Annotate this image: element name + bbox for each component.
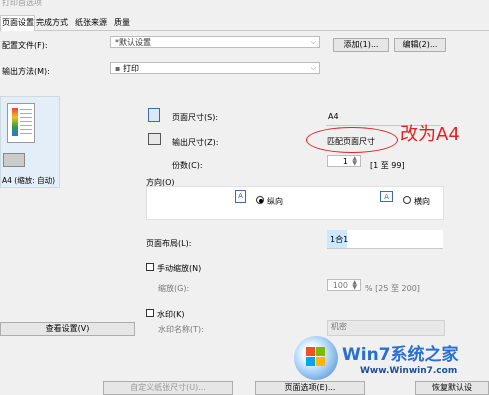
page-layout-label: 页面布局(L): (146, 239, 192, 248)
watermark-name-select[interactable]: 机密 (327, 320, 445, 336)
paper-size-label: 页面尺寸(S): (172, 113, 219, 122)
windows-logo-icon (294, 336, 338, 380)
output-method-label: 输出方法(M): (2, 67, 50, 76)
landscape-page-icon: A (380, 191, 393, 202)
chevron-down-icon: ⌵ (310, 38, 316, 46)
flag-yellow (316, 357, 325, 366)
zoom-label: 缩放(G): (158, 284, 190, 293)
orientation-group: A 纵向 A 横向 (146, 186, 444, 220)
tab-quality[interactable]: 质量 (114, 17, 130, 28)
add-profile-button[interactable]: 添加(1)... (333, 38, 389, 52)
zoom-range: % [25 至 200] (365, 284, 420, 293)
stepper-arrows-icon[interactable]: ▲ ▼ (352, 280, 357, 291)
copies-stepper[interactable]: 1 ▲ ▼ (327, 155, 361, 167)
portrait-page-icon: A (235, 190, 246, 203)
tab-page-setup[interactable]: 页面设置 (0, 15, 35, 31)
page-size-icon (148, 108, 160, 122)
copies-range: [1 至 99] (370, 161, 405, 170)
watermark-name-label: 水印名称(T): (158, 325, 204, 334)
view-settings-button[interactable]: 查看设置(V) (0, 322, 135, 336)
watermark-label: 水印(K) (157, 310, 185, 319)
zoom-value: 100 (332, 281, 348, 290)
page-layout-select[interactable]: 1合1 (327, 230, 443, 249)
zoom-stepper[interactable]: 100 ▲ ▼ (327, 279, 361, 291)
site-brand: Win7系统之家 (342, 345, 459, 365)
flag-red (306, 347, 315, 356)
print-size-icon (148, 133, 161, 145)
text-lines-icon (20, 109, 32, 135)
tab-bar: 页面设置 完成方式 纸张来源 质量 (0, 14, 489, 31)
portrait-radio[interactable] (256, 196, 264, 204)
radio-dot (259, 199, 263, 203)
site-logo: Win7系统之家 Www.Winwin7.com (290, 336, 489, 388)
page-layout-value: 1合1 (330, 235, 349, 244)
profile-select[interactable]: *默认设置 ⌵ (110, 36, 320, 48)
printer-icon: ▪ (115, 64, 121, 73)
page-preview-icon (7, 103, 35, 143)
paper-size-value[interactable]: A4 (328, 112, 339, 121)
color-bar-icon (12, 108, 18, 136)
manual-zoom-label: 手动缩放(N) (157, 264, 202, 273)
landscape-radio[interactable] (403, 196, 411, 204)
preview-panel: A4 (缩放: 自动) (0, 96, 60, 188)
portrait-label: 纵向 (267, 197, 283, 206)
output-method-select[interactable]: ▪ 打印 ⌵ (110, 62, 320, 74)
edit-profile-button[interactable]: 编辑(2)... (394, 38, 446, 52)
tab-finishing[interactable]: 完成方式 (36, 17, 68, 28)
profile-label: 配置文件(F): (2, 41, 48, 50)
flag-green (316, 347, 325, 356)
printer-device-icon (3, 153, 25, 167)
copies-value: 1 (342, 157, 348, 166)
profile-value: *默认设置 (115, 38, 151, 47)
watermark-checkbox[interactable] (146, 309, 154, 317)
site-url: Www.Winwin7.com (360, 366, 458, 376)
output-size-label: 输出尺寸(Z): (172, 138, 219, 147)
annotation-text: 改为A4 (400, 124, 460, 145)
chevron-down-icon: ⌵ (310, 64, 316, 72)
window-title: 打印首选项 (2, 0, 42, 7)
landscape-label: 横向 (414, 197, 430, 206)
output-method-value: 打印 (122, 64, 139, 73)
preview-caption: A4 (缩放: 自动) (2, 176, 56, 185)
flag-blue (306, 357, 315, 366)
watermark-name-value: 机密 (331, 322, 347, 331)
copies-label: 份数(C): (172, 161, 203, 170)
tab-paper-source[interactable]: 纸张来源 (75, 17, 107, 28)
stepper-arrows-icon[interactable]: ▲ ▼ (352, 156, 357, 167)
output-size-value[interactable]: 匹配页面尺寸 (327, 136, 375, 147)
manual-zoom-checkbox[interactable] (146, 263, 154, 271)
